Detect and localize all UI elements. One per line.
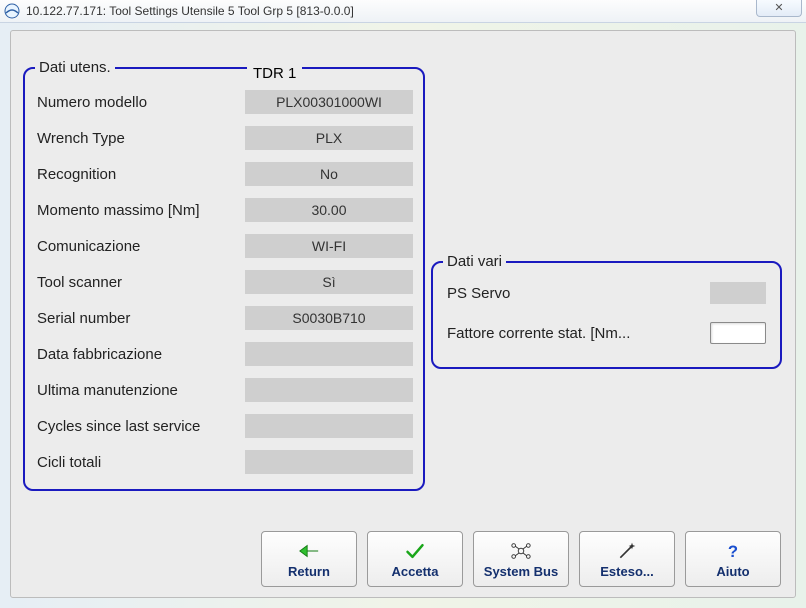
row-communication: Comunicazione WI-FI xyxy=(25,228,423,264)
row-ps-servo: PS Servo xyxy=(433,276,780,310)
row-total-cycles: Cicli totali xyxy=(25,444,423,480)
row-wrench-type: Wrench Type PLX xyxy=(25,120,423,156)
network-icon xyxy=(510,540,532,562)
button-bar: Return Accetta xyxy=(11,531,795,587)
help-label: Aiuto xyxy=(716,564,749,579)
value-max-torque: 30.00 xyxy=(245,198,413,222)
label-serial-number: Serial number xyxy=(37,310,245,327)
tool-data-legend-right: TDR 1 xyxy=(247,65,302,82)
systembus-button[interactable]: System Bus xyxy=(473,531,569,587)
value-ps-servo xyxy=(710,282,766,304)
label-max-torque: Momento massimo [Nm] xyxy=(37,202,245,219)
row-last-maintenance: Ultima manutenzione xyxy=(25,372,423,408)
value-communication: WI-FI xyxy=(245,234,413,258)
svg-text:?: ? xyxy=(728,541,738,560)
tool-settings-window: 10.122.77.171: Tool Settings Utensile 5 … xyxy=(0,0,806,608)
client-area: Dati utens. TDR 1 Numero modello PLX0030… xyxy=(10,30,796,598)
row-serial-number: Serial number S0030B710 xyxy=(25,300,423,336)
extended-label: Esteso... xyxy=(600,564,653,579)
row-recognition: Recognition No xyxy=(25,156,423,192)
arrow-left-icon xyxy=(298,540,320,562)
close-button[interactable]: ✕ xyxy=(756,0,802,17)
value-serial-number: S0030B710 xyxy=(245,306,413,330)
label-stat-current-factor: Fattore corrente stat. [Nm... xyxy=(447,325,710,342)
app-icon xyxy=(4,3,20,19)
label-communication: Comunicazione xyxy=(37,238,245,255)
value-model-number: PLX00301000WI xyxy=(245,90,413,114)
window-title: 10.122.77.171: Tool Settings Utensile 5 … xyxy=(26,4,756,18)
label-cycles-since-service: Cycles since last service xyxy=(37,418,245,435)
misc-data-group: Dati vari PS Servo Fattore corrente stat… xyxy=(431,253,782,369)
value-last-maintenance xyxy=(245,378,413,402)
label-manufacture-date: Data fabbricazione xyxy=(37,346,245,363)
row-model-number: Numero modello PLX00301000WI xyxy=(25,84,423,120)
close-icon: ✕ xyxy=(774,1,783,14)
row-manufacture-date: Data fabbricazione xyxy=(25,336,423,372)
label-recognition: Recognition xyxy=(37,166,245,183)
tool-data-legend: Dati utens. xyxy=(35,59,115,76)
extended-button[interactable]: Esteso... xyxy=(579,531,675,587)
value-tool-scanner: Sì xyxy=(245,270,413,294)
misc-data-legend: Dati vari xyxy=(443,253,506,270)
systembus-label: System Bus xyxy=(484,564,558,579)
question-icon: ? xyxy=(722,540,744,562)
row-stat-current-factor: Fattore corrente stat. [Nm... xyxy=(433,316,780,350)
label-ps-servo: PS Servo xyxy=(447,285,710,302)
label-total-cycles: Cicli totali xyxy=(37,454,245,471)
value-cycles-since-service xyxy=(245,414,413,438)
titlebar: 10.122.77.171: Tool Settings Utensile 5 … xyxy=(0,0,806,23)
value-manufacture-date xyxy=(245,342,413,366)
return-button[interactable]: Return xyxy=(261,531,357,587)
row-tool-scanner: Tool scanner Sì xyxy=(25,264,423,300)
row-cycles-since-service: Cycles since last service xyxy=(25,408,423,444)
value-total-cycles xyxy=(245,450,413,474)
label-last-maintenance: Ultima manutenzione xyxy=(37,382,245,399)
row-max-torque: Momento massimo [Nm] 30.00 xyxy=(25,192,423,228)
check-icon xyxy=(404,540,426,562)
input-stat-current-factor[interactable] xyxy=(710,322,766,344)
label-tool-scanner: Tool scanner xyxy=(37,274,245,291)
return-label: Return xyxy=(288,564,330,579)
label-wrench-type: Wrench Type xyxy=(37,130,245,147)
label-model-number: Numero modello xyxy=(37,94,245,111)
accept-button[interactable]: Accetta xyxy=(367,531,463,587)
value-wrench-type: PLX xyxy=(245,126,413,150)
value-recognition: No xyxy=(245,162,413,186)
wand-icon xyxy=(616,540,638,562)
tool-data-group: Dati utens. TDR 1 Numero modello PLX0030… xyxy=(23,59,425,491)
accept-label: Accetta xyxy=(392,564,439,579)
help-button[interactable]: ? Aiuto xyxy=(685,531,781,587)
